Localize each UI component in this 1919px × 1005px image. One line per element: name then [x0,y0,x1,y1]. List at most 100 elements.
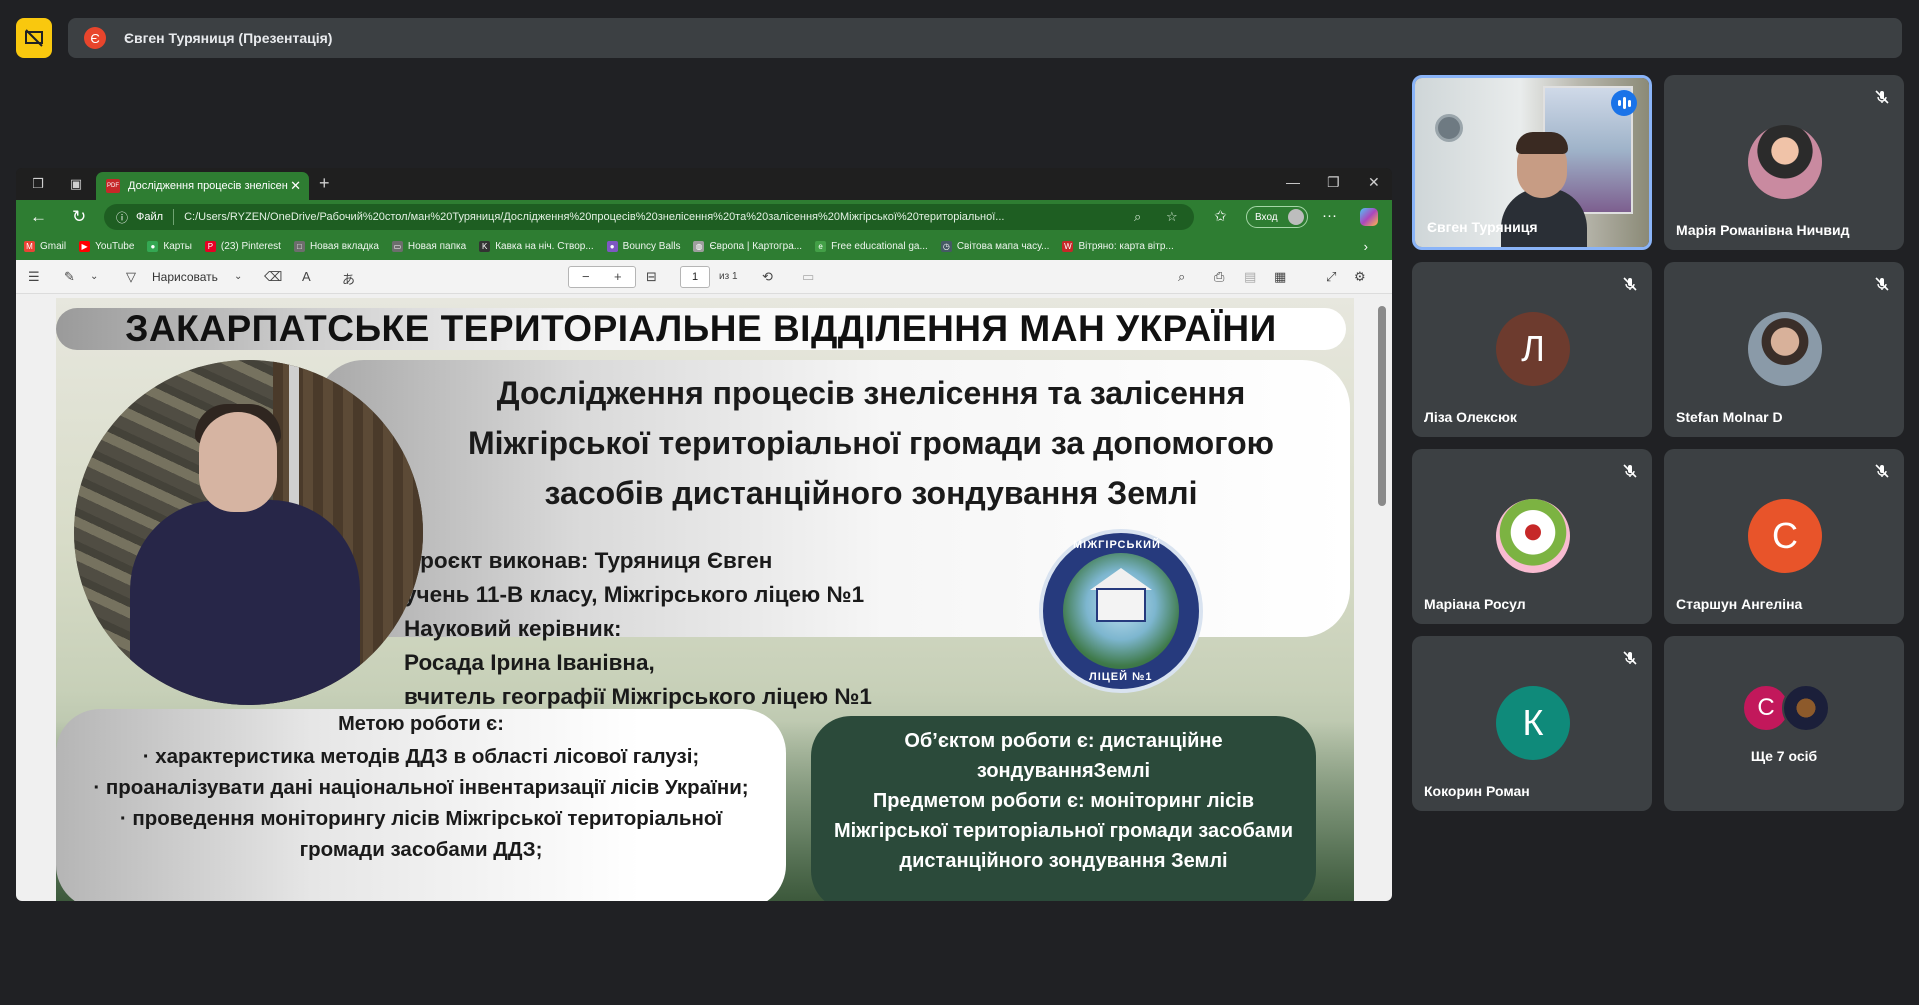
fullscreen-icon[interactable]: ⤢ [1326,269,1336,285]
fit-page-icon[interactable]: ⊟ [646,269,657,285]
bookmark-item[interactable]: ● Карты [147,241,192,252]
page-number-input[interactable]: 1 [680,266,710,288]
bookmark-label: Gmail [40,241,67,252]
bookmark-item[interactable]: ◷ Світова мапа часу... [940,241,1049,252]
aim-list: · характеристика методів ДДЗ в області л… [56,741,786,865]
avatar [1748,125,1822,199]
avatar: К [1496,686,1570,760]
workspaces-icon[interactable]: ❒ [30,176,46,192]
info-line: учень 11-В класу, Міжгірського ліцею №1 [404,582,865,607]
mic-off-icon [1874,89,1890,105]
back-icon[interactable]: ← [30,207,47,227]
zoom-icon[interactable]: ⌕ [1134,209,1141,225]
author-info: Проєкт виконав: Туряниця Євген учень 11-… [404,544,872,714]
page-count: из 1 [719,271,738,282]
stop-presenting-icon[interactable] [16,18,52,58]
scrollbar-thumb[interactable] [1378,306,1386,506]
lyceum-emblem: МІЖГІРСЬКИЙ ЛІЦЕЙ №1 [1039,529,1203,693]
translate-icon[interactable]: あ [342,269,355,288]
print-icon[interactable]: ⎙ [1214,269,1224,285]
bookmark-label: Кавка на ніч. Створ... [495,241,594,252]
reload-icon[interactable]: ↻ [72,207,86,227]
object-line: Об’єктом роботи є: дистанційне [904,730,1223,752]
bookmark-item[interactable]: M Gmail [24,241,66,252]
participant-tile[interactable]: Л Ліза Олексюк [1412,262,1652,437]
object-line: дистанційного зондування Землі [899,850,1228,872]
clock-icon [1435,114,1463,142]
more-menu-icon[interactable]: ··· [1322,207,1337,224]
bookmark-item[interactable]: e Free educational ga... [815,241,928,252]
save-as-icon[interactable]: ▦ [1274,269,1286,285]
participant-tile[interactable]: Євген Туряниця [1412,75,1652,250]
bookmark-label: (23) Pinterest [220,241,281,252]
avatar [1782,684,1830,732]
minimize-icon[interactable]: — [1286,174,1300,190]
chevron-down-icon[interactable]: ⌄ [90,271,98,282]
pdf-icon: PDF [106,179,120,193]
more-bookmarks-icon[interactable]: › [1364,239,1368,254]
participant-tile[interactable]: С Ще 7 осіб [1664,636,1904,811]
avatar [1748,312,1822,386]
close-window-icon[interactable]: ✕ [1368,174,1380,191]
aim-title: Метою роботи є: [338,713,504,735]
bookmark-item[interactable]: ● Bouncy Balls [606,241,680,252]
more-participants-avatars: С [1742,684,1832,736]
sign-in-button[interactable]: Вход [1246,206,1308,228]
avatar [1496,499,1570,573]
page-view-icon[interactable]: ▭ [802,269,814,285]
bookmark-item[interactable]: ◍ Європа | Картогра... [693,241,802,252]
bookmark-item[interactable]: ▭ Новая папка [391,241,466,252]
pdf-viewer[interactable]: ЗАКАРПАТСЬКЕ ТЕРИТОРІАЛЬНЕ ВІДДІЛЕННЯ МА… [16,294,1392,901]
new-tab-icon[interactable]: + [319,173,330,194]
object-line: Предметом роботи є: моніторинг лісів [872,790,1255,812]
save-icon[interactable]: ▤ [1244,269,1256,285]
bookmark-icon: ▶ [79,241,91,252]
site-info-icon[interactable]: ⓘ [116,209,128,226]
participant-tile[interactable]: Stefan Molnar D [1664,262,1904,437]
zoom-out-icon[interactable]: − [582,269,590,284]
search-icon[interactable]: ⌕ [1178,269,1185,285]
aim-item: громади засобами ДДЗ; [299,838,543,861]
tab-strip: ❒ ▣ PDF Дослідження процесів знелісення … [16,168,1392,200]
bookmark-icon: □ [293,241,305,252]
erase-icon[interactable]: ⌫ [264,269,282,285]
draw-icon[interactable]: ▽ [126,269,136,285]
maximize-icon[interactable]: ❐ [1327,174,1340,191]
zoom-in-icon[interactable]: + [614,269,622,284]
participant-name: Маріана Росул [1424,596,1526,612]
bookmark-item[interactable]: K Кавка на ніч. Створ... [479,241,594,252]
tab-actions-icon[interactable]: ▣ [68,176,84,192]
read-aloud-icon[interactable]: A [302,269,311,284]
copilot-icon[interactable] [1360,208,1378,226]
address-bar[interactable]: ⓘ Файл C:/Users/RYZEN/OneDrive/Рабочий%2… [104,204,1194,230]
participant-tile[interactable]: Марія Романівна Ничвид [1664,75,1904,250]
chevron-down-icon[interactable]: ⌄ [234,271,242,282]
highlight-icon[interactable]: ✎ [64,269,75,285]
rotate-icon[interactable]: ⟲ [762,269,773,285]
tab-pdf[interactable]: PDF Дослідження процесів знелісення ✕ [96,172,309,200]
scrollbar[interactable] [1378,306,1386,901]
bookmark-item[interactable]: W Вітряно: карта вітр... [1062,241,1174,252]
url-text[interactable]: C:/Users/RYZEN/OneDrive/Рабочий%20стол/м… [184,211,1104,223]
contents-icon[interactable]: ☰ [28,269,40,285]
bookmark-item[interactable]: ▶ YouTube [79,241,134,252]
close-tab-icon[interactable]: ✕ [290,178,301,194]
participant-tile[interactable]: К Кокорин Роман [1412,636,1652,811]
draw-label[interactable]: Нарисовать [152,270,218,284]
slide-banner: ЗАКАРПАТСЬКЕ ТЕРИТОРІАЛЬНЕ ВІДДІЛЕННЯ МА… [56,308,1346,350]
favorites-icon[interactable]: ✩ [1214,207,1227,225]
student-photo [74,360,423,705]
mic-off-icon [1622,463,1638,479]
bookmark-item[interactable]: P (23) Pinterest [204,241,281,252]
participant-tile[interactable]: Маріана Росул [1412,449,1652,624]
favorite-star-icon[interactable]: ☆ [1166,209,1178,225]
participant-tile[interactable]: С Старшун Ангеліна [1664,449,1904,624]
aim-box: Метою роботи є: · характеристика методів… [56,709,786,901]
title-line: засобів дистанційного зондування Землі [544,475,1198,511]
bookmark-item[interactable]: □ Новая вкладка [293,241,379,252]
participant-name: Кокорин Роман [1424,783,1530,799]
bookmark-label: Новая вкладка [309,241,379,252]
participant-name: Ліза Олексюк [1424,409,1517,425]
bookmark-icon: P [204,241,216,252]
settings-gear-icon[interactable]: ⚙ [1354,269,1366,285]
